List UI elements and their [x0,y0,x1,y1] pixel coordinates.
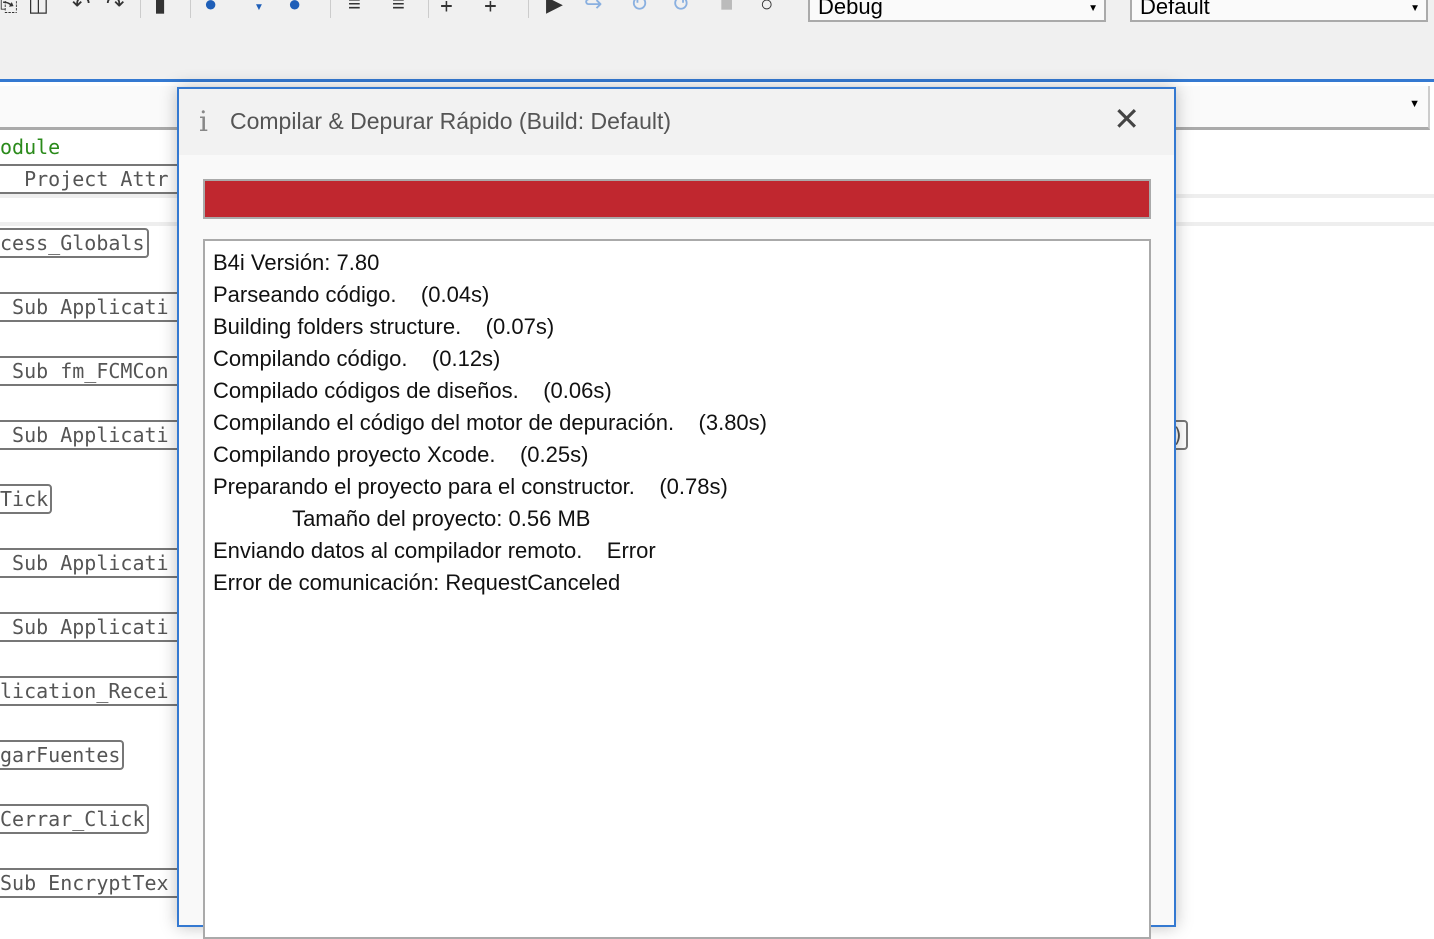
uncomment-icon[interactable]: ⩱ [484,0,497,16]
step-over-icon[interactable]: ↻ [630,0,648,16]
chevron-down-icon: ▼ [1409,98,1420,110]
step-in-icon[interactable]: ↪ [584,0,602,16]
paste-icon[interactable]: ◫ [28,0,49,16]
restart-icon[interactable]: ○ [760,0,773,16]
log-line: Building folders structure. (0.07s) [213,314,555,339]
code-line: Sub fm_FCMCon [0,356,186,386]
code-line: Sub Applicati [0,612,186,642]
undo-icon[interactable]: ↶ [72,0,90,16]
chevron-down-icon: ▼ [1410,3,1420,14]
stop-icon[interactable]: ■ [720,0,733,16]
step-out-icon[interactable]: ↺ [672,0,690,16]
progress-bar [203,179,1151,219]
log-line: Compilando el código del motor de depura… [213,410,767,435]
code-line: Sub Applicati [0,548,186,578]
log-line: Compilando proyecto Xcode. (0.25s) [213,442,589,467]
dialog-title-bar[interactable]: i Compilar & Depurar Rápido (Build: Defa… [179,89,1174,155]
code-line: Project Attr [0,164,186,194]
run-icon[interactable]: ▶ [546,0,563,16]
code-line: lication_Recei [0,676,186,706]
back-icon[interactable]: ● [204,0,217,16]
code-line: garFuentes [0,740,125,770]
code-line: Sub Applicati [0,292,186,322]
log-line: Error de comunicación: RequestCanceled [213,570,621,595]
info-icon: i [199,105,208,138]
build-mode-select[interactable]: Debug ▼ [808,0,1106,22]
log-line: Preparando el proyecto para el construct… [213,474,728,499]
dropdown-icon[interactable]: ▼ [254,0,264,20]
code-line: odule [0,135,61,159]
dialog-title: Compilar & Depurar Rápido (Build: Defaul… [230,108,672,134]
build-log[interactable]: B4i Versión: 7.80 Parseando código. (0.04… [203,239,1151,939]
code-line: Cerrar_Click [0,804,149,834]
build-config-value: Default [1140,0,1210,19]
build-mode-value: Debug [818,0,883,19]
indent-icon[interactable]: ≡ [348,0,361,16]
log-line: B4i Versión: 7.80 [213,250,380,275]
build-config-select[interactable]: Default ▼ [1130,0,1428,22]
close-button[interactable]: ✕ [1113,101,1140,137]
code-line: Sub Applicati [0,420,186,450]
chevron-down-icon: ▼ [1088,3,1098,14]
log-line: Compilado códigos de diseños. (0.06s) [213,378,612,403]
forward-icon[interactable]: ● [288,0,301,16]
code-line: Tick [0,484,53,514]
log-line: Tamaño del proyecto: 0.56 MB [213,506,591,531]
redo-icon[interactable]: ↷ [106,0,124,16]
code-line: cess_Globals [0,228,149,258]
copy-icon[interactable]: ⎘ [0,0,18,16]
log-line: Enviando datos al compilador remoto. Err… [213,538,656,563]
log-line: Parseando código. (0.04s) [213,282,490,307]
code-line: Sub EncryptTex [0,868,186,898]
bookmark-icon[interactable]: ▮ [154,0,166,16]
log-line: Compilando código. (0.12s) [213,346,501,371]
outdent-icon[interactable]: ≡ [392,0,405,16]
comment-icon[interactable]: ⩱ [440,0,453,16]
toolbar: ⎘ ◫ ↶ ↷ ▮ ● ▼ ● ≡ ≡ ⩱ ⩱ ▶ ↪ ↻ ↺ ■ ○ Debu… [0,0,1434,80]
progress-fill [205,181,1149,217]
compile-dialog: i Compilar & Depurar Rápido (Build: Defa… [177,87,1176,939]
